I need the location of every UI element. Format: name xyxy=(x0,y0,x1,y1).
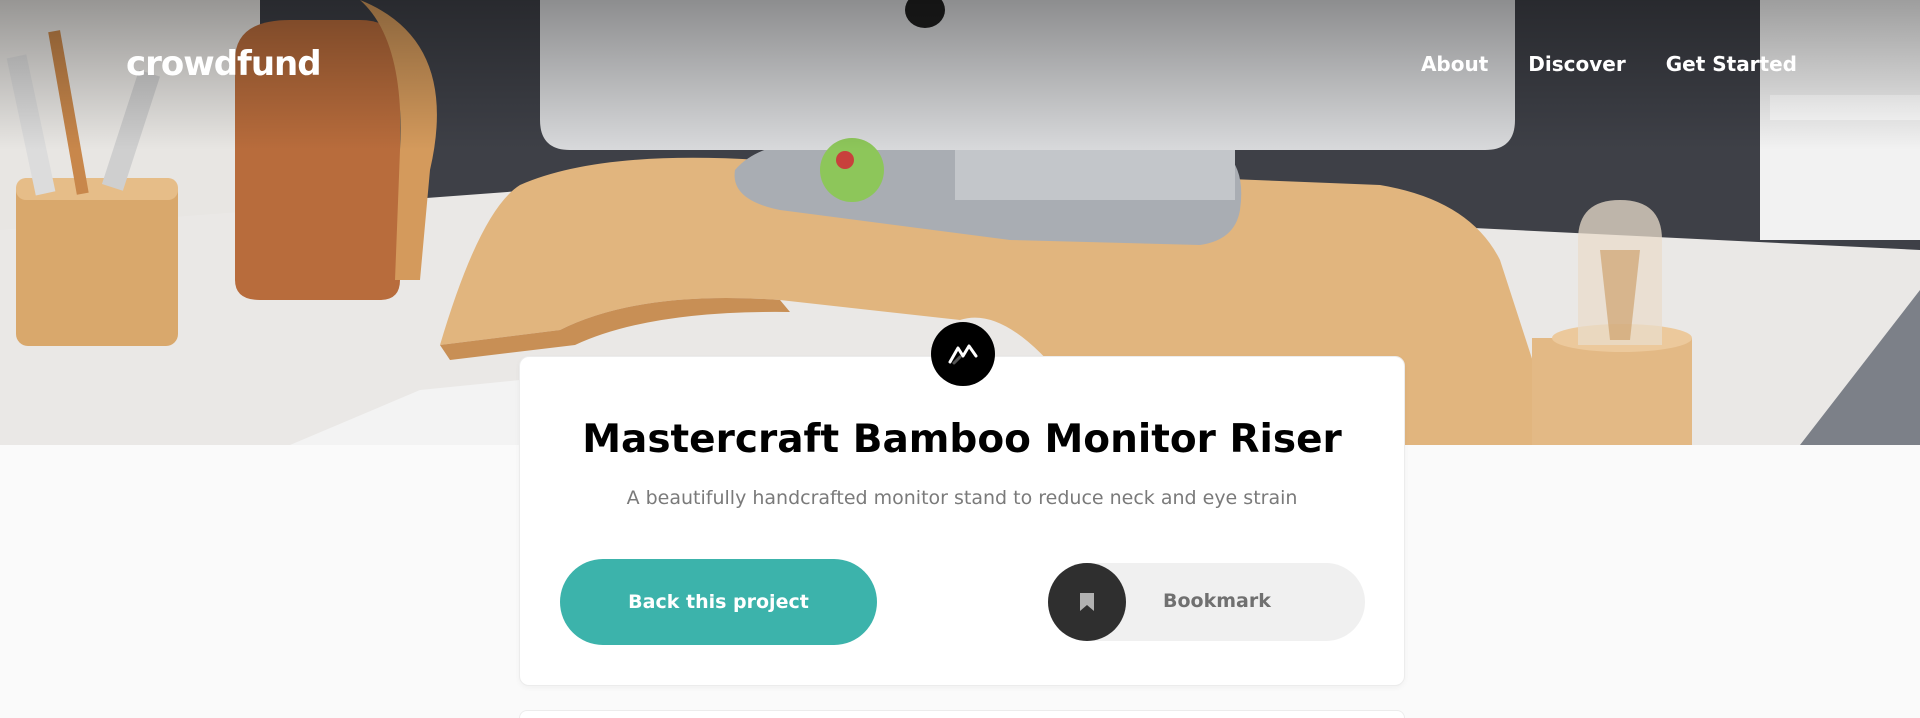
bookmark-button[interactable]: Bookmark xyxy=(1048,563,1365,641)
mastercraft-logo-icon xyxy=(931,322,995,386)
bookmark-icon xyxy=(1080,593,1094,611)
project-title: Mastercraft Bamboo Monitor Riser xyxy=(582,417,1342,462)
next-card-edge xyxy=(519,710,1405,718)
main-nav: About Discover Get Started xyxy=(1421,52,1797,76)
project-card: Mastercraft Bamboo Monitor Riser A beaut… xyxy=(519,322,1405,686)
site-logo[interactable]: crowdfund xyxy=(126,44,322,84)
nav-discover[interactable]: Discover xyxy=(1528,52,1625,76)
nav-about[interactable]: About xyxy=(1421,52,1488,76)
mastercraft-logo-glyph xyxy=(948,344,978,365)
bookmark-label: Bookmark xyxy=(1163,590,1271,612)
nav-get-started[interactable]: Get Started xyxy=(1666,52,1797,76)
project-subtitle: A beautifully handcrafted monitor stand … xyxy=(626,487,1298,509)
bookmark-icon-circle xyxy=(1048,563,1126,641)
back-this-project-button[interactable]: Back this project xyxy=(560,559,877,645)
